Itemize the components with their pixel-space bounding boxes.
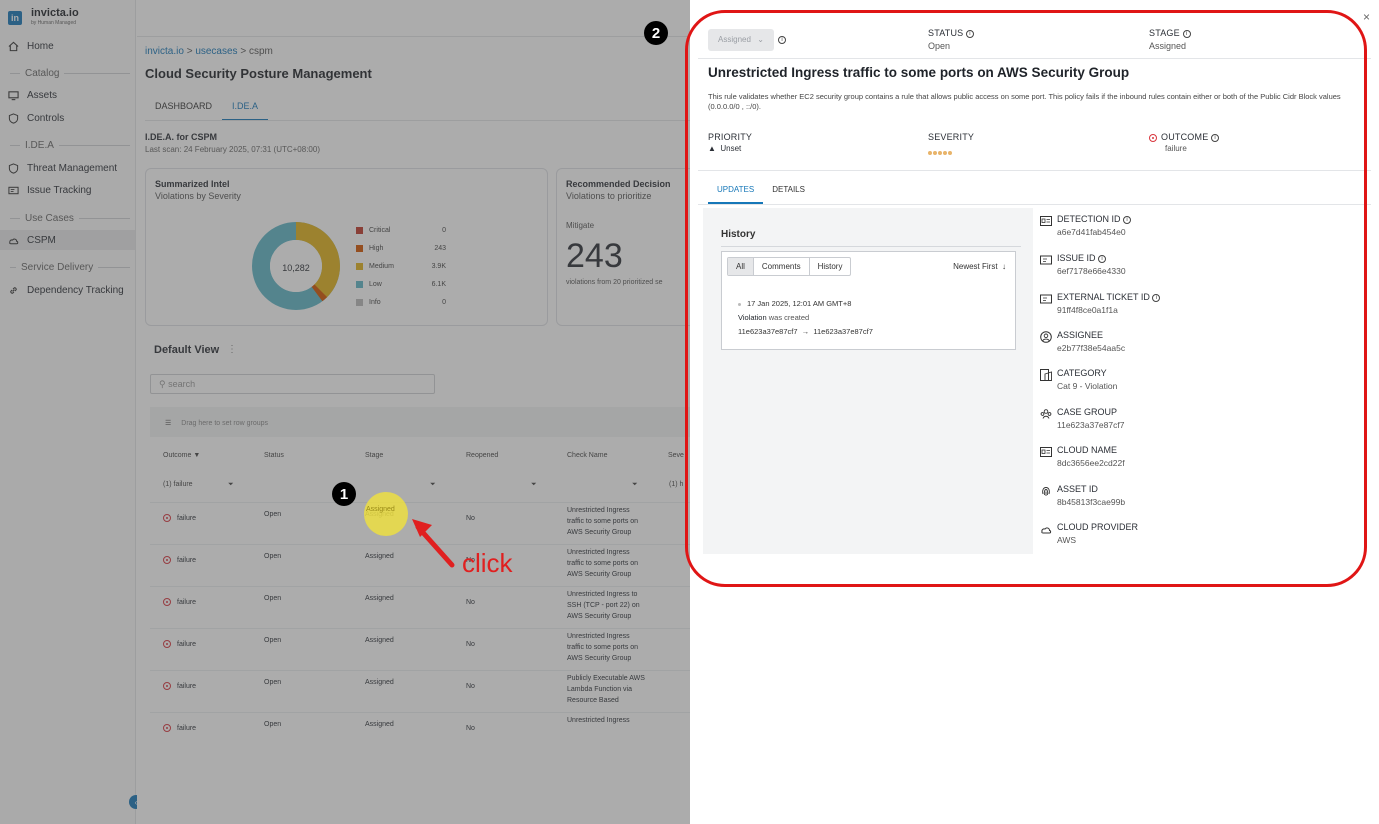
field-case-group: CASE GROUP 11e623a37e87cf7 [1040,407,1124,430]
event-action: Violation [738,313,767,322]
history-title: History [721,229,756,240]
click-highlight: Assigned [364,492,408,536]
history-event: 17 Jan 2025, 12:01 AM GMT+8 Violation wa… [738,299,873,336]
stage-dropdown[interactable]: Assigned ⌄ [708,29,774,51]
stage-label: STAGE i [1149,28,1191,38]
cloud-icon [1040,523,1052,535]
info-icon: i [1182,29,1191,38]
drawer-tabs: UPDATES DETAILS [708,182,814,204]
close-icon[interactable]: × [1363,10,1370,24]
category-icon [1040,369,1052,381]
group-icon [1040,408,1052,420]
step-badge-2: 2 [644,21,668,45]
divider [698,58,1371,59]
tab-updates[interactable]: UPDATES [708,182,764,204]
severity-rating-dots [928,146,953,158]
user-circle-icon [1040,331,1052,343]
issue-description: This rule validates whether EC2 security… [708,92,1341,111]
fingerprint-icon [1040,485,1052,497]
ticket-icon [1040,254,1052,266]
outcome-label: OUTCOME i [1149,132,1220,142]
highlighted-stage-text: Assigned [366,506,395,513]
event-to: 11e623a37e87cf7 [813,327,873,336]
filter-history[interactable]: History [810,258,851,275]
info-icon: i [1152,293,1161,302]
info-icon: i [1211,133,1220,142]
sort-toggle[interactable]: Newest First ↓ [953,262,1006,271]
info-icon: i [1123,215,1132,224]
failure-icon [1149,133,1157,142]
field-category: CATEGORY Cat 9 - Violation [1040,368,1117,391]
priority-label: PRIORITY [708,132,753,142]
field-cloud-provider: CLOUD PROVIDER AWS [1040,522,1138,545]
modal-backdrop[interactable] [0,0,690,824]
history-list: All Comments History Newest First ↓ 17 J… [721,251,1016,350]
click-annotation-text: click [462,548,513,578]
tab-details[interactable]: DETAILS [763,182,814,204]
stage-value: Assigned [1149,41,1187,51]
id-card-icon [1040,446,1052,458]
detail-drawer: × Assigned ⌄ i STATUS i Open STAGE i Assi… [690,0,1379,824]
event-time: 17 Jan 2025, 12:01 AM GMT+8 [747,299,852,308]
step-badge-1: 1 [332,482,356,506]
event-from: 11e623a37e87cf7 [738,327,798,336]
info-icon[interactable]: i [778,36,786,44]
id-card-icon [1040,215,1052,227]
field-external-ticket-id: EXTERNAL TICKET ID i 91ff4f8ce0a1f1a [1040,292,1161,315]
divider [698,204,1371,205]
warning-icon: ▲ [708,144,716,153]
severity-label: SEVERITY [928,132,975,142]
info-icon: i [1098,254,1107,263]
click-arrow-icon [412,519,455,568]
divider [721,246,1021,247]
stage-dropdown-value: Assigned [718,35,751,44]
history-filter-group: All Comments History [727,257,852,276]
field-assignee: ASSIGNEE e2b77f38e54aa5c [1040,330,1125,353]
ticket-icon [1040,293,1052,305]
info-icon: i [966,29,975,38]
field-cloud-name: CLOUD NAME 8dc3656ee2cd22f [1040,445,1125,468]
status-label: STATUS i [928,28,975,38]
field-issue-id: ISSUE ID i 6ef7178e66e4330 [1040,253,1126,276]
filter-comments[interactable]: Comments [754,258,810,275]
history-panel: History All Comments History Newest Firs… [703,208,1033,554]
divider [698,170,1371,171]
priority-value: ▲ Unset [708,144,742,153]
chevron-down-icon: ⌄ [757,35,764,44]
status-value: Open [928,41,951,51]
event-text: was created [768,313,810,322]
issue-title: Unrestricted Ingress traffic to some por… [708,65,1130,80]
field-asset-id: ASSET ID 8b45813f3cae99b [1040,484,1125,507]
filter-all[interactable]: All [728,258,754,275]
field-detection-id: DETECTION ID i a6e7d41fab454e0 [1040,214,1132,237]
outcome-value: failure [1165,144,1187,153]
arrow-down-icon: ↓ [1002,262,1006,271]
